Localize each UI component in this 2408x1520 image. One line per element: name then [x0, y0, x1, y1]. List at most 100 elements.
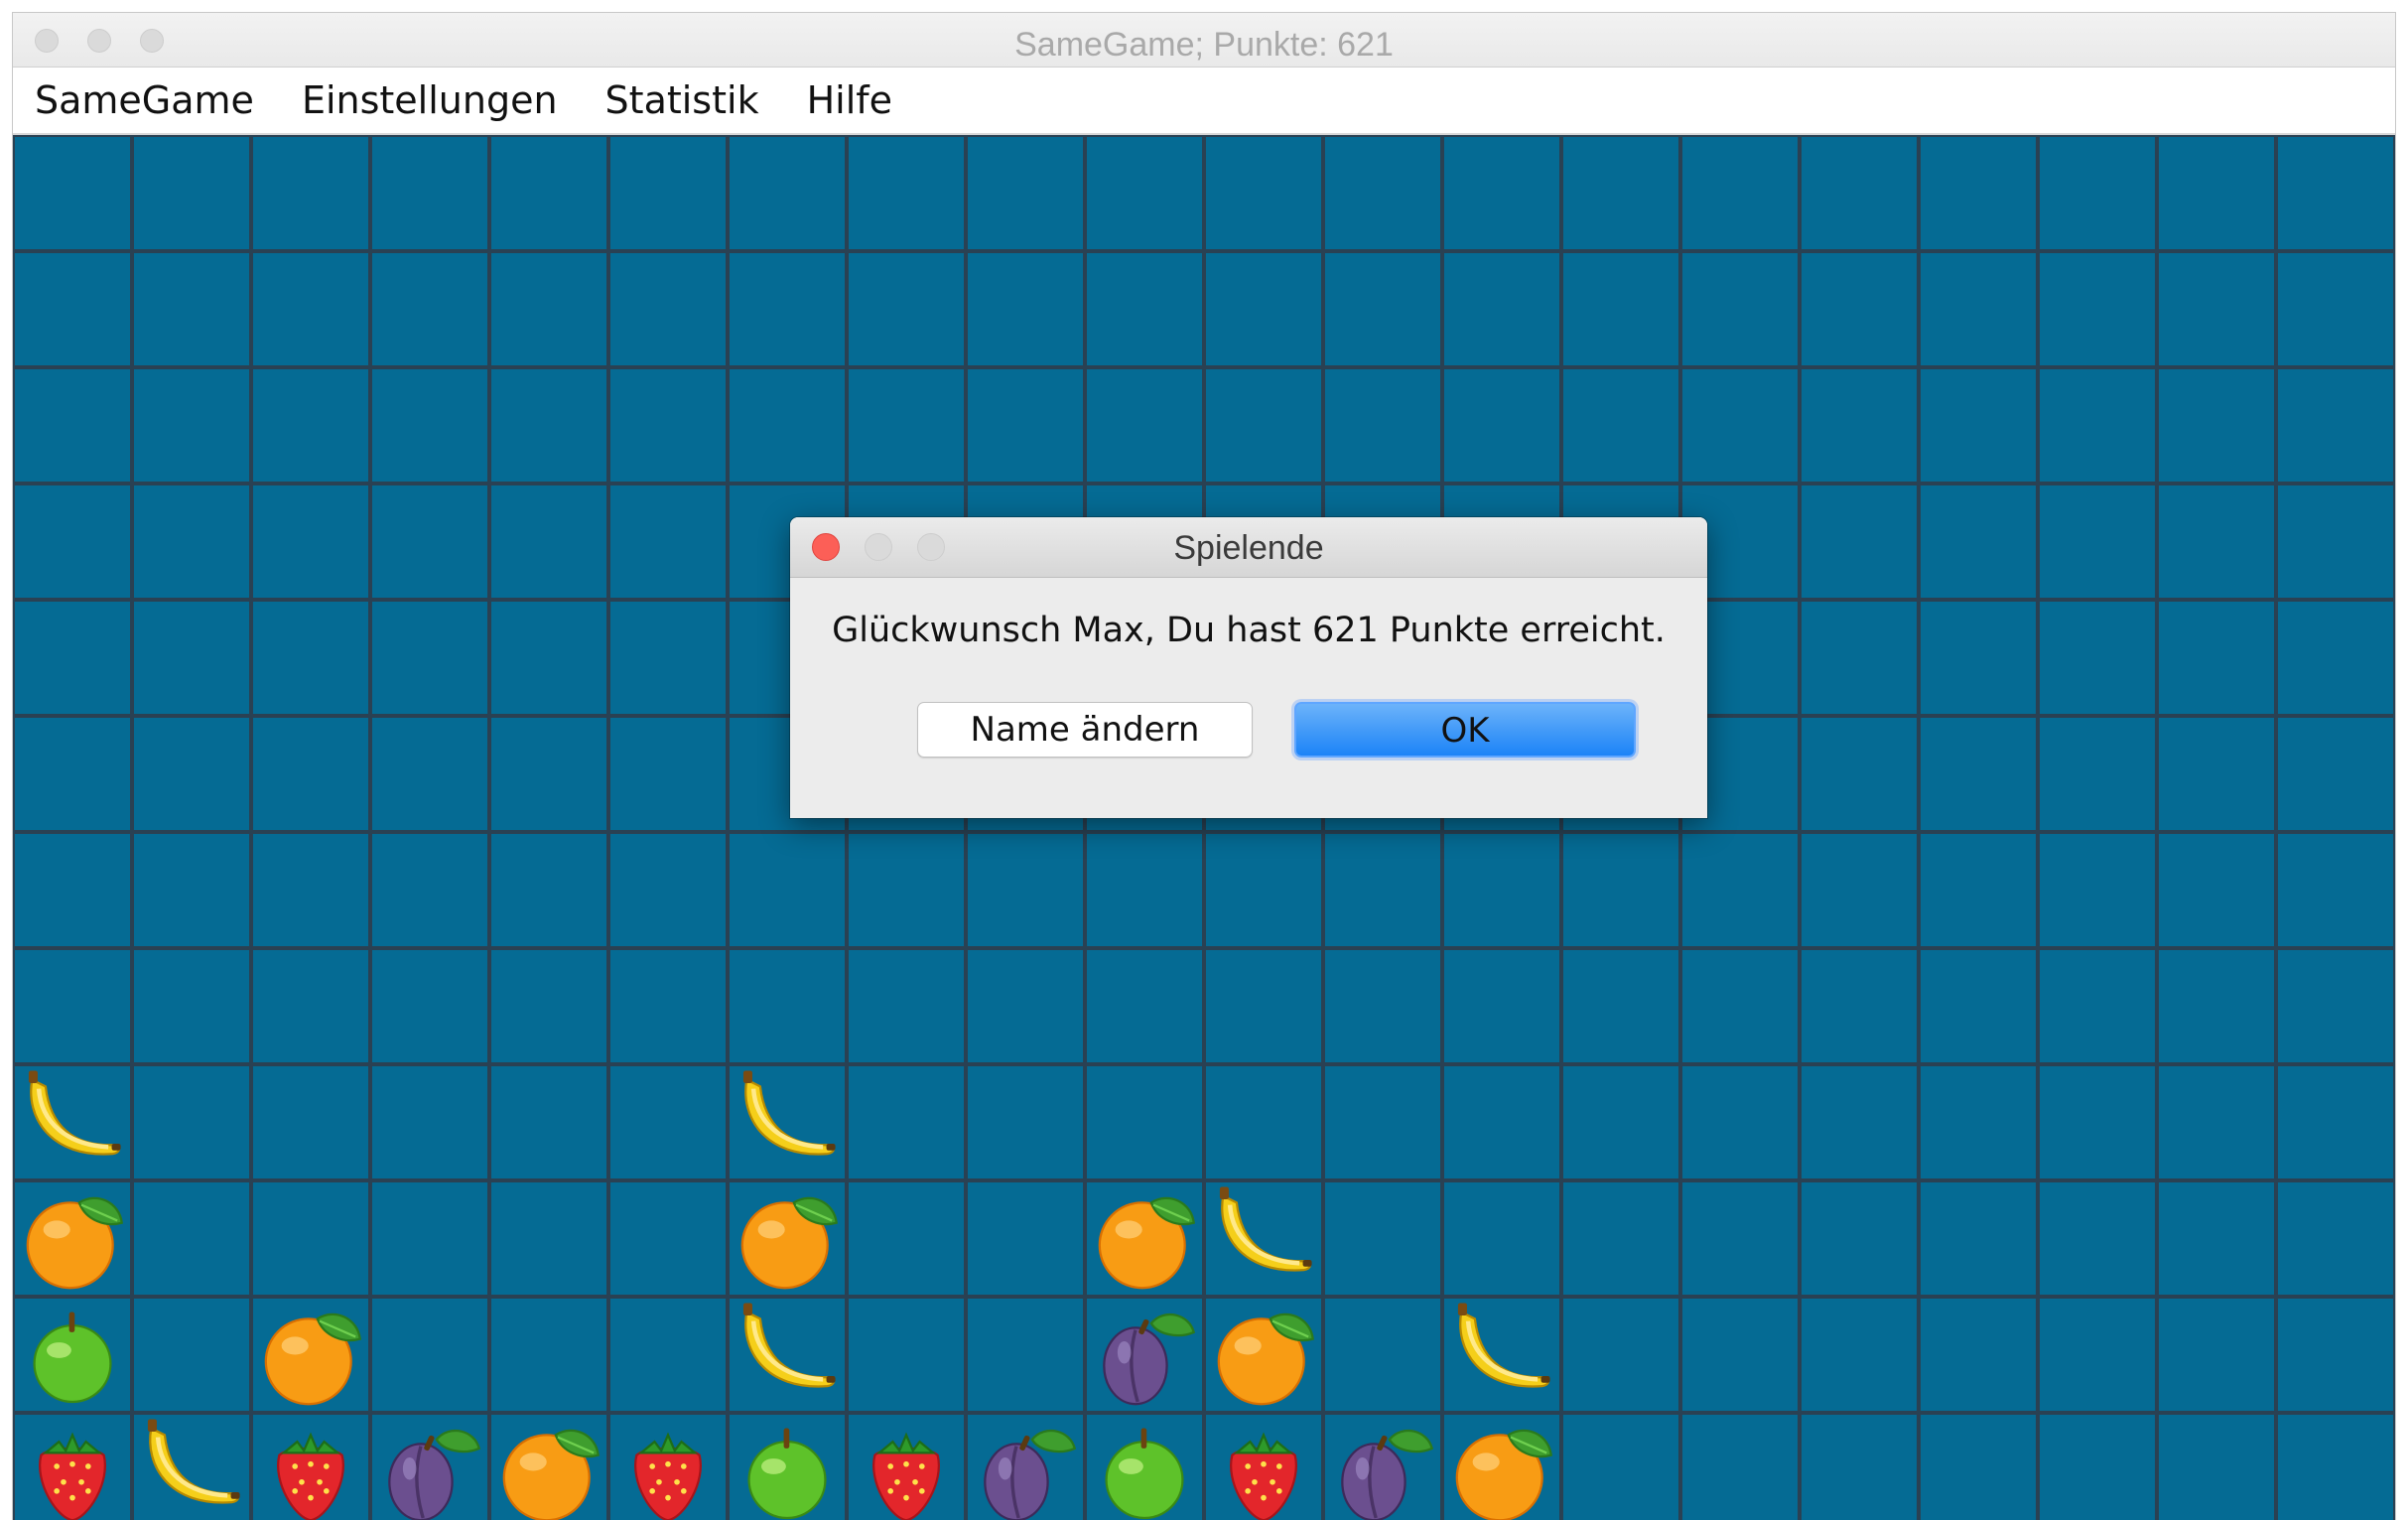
board-cell[interactable]	[372, 137, 487, 249]
board-cell[interactable]	[2040, 718, 2155, 830]
board-cell[interactable]	[849, 1066, 964, 1178]
board-cell[interactable]	[134, 1182, 249, 1295]
board-cell[interactable]	[253, 1066, 368, 1178]
board-cell[interactable]	[730, 950, 845, 1062]
board-cell[interactable]	[1206, 950, 1321, 1062]
board-cell[interactable]	[968, 1415, 1083, 1520]
board-cell[interactable]	[968, 1182, 1083, 1295]
board-cell[interactable]	[610, 834, 726, 946]
board-cell[interactable]	[1682, 1066, 1798, 1178]
board-cell[interactable]	[2278, 137, 2393, 249]
board-cell[interactable]	[1206, 1299, 1321, 1411]
board-cell[interactable]	[968, 1299, 1083, 1411]
board-cell[interactable]	[730, 369, 845, 482]
board-cell[interactable]	[968, 369, 1083, 482]
board-cell[interactable]	[15, 1066, 130, 1178]
board-cell[interactable]	[491, 369, 606, 482]
board-cell[interactable]	[1921, 834, 2036, 946]
board-cell[interactable]	[849, 369, 964, 482]
board-cell[interactable]	[1087, 1299, 1202, 1411]
board-cell[interactable]	[1802, 369, 1917, 482]
board-cell[interactable]	[1921, 950, 2036, 1062]
menu-hilfe[interactable]: Hilfe	[807, 78, 892, 122]
board-cell[interactable]	[15, 950, 130, 1062]
board-cell[interactable]	[1444, 1182, 1559, 1295]
board-cell[interactable]	[2278, 253, 2393, 365]
board-cell[interactable]	[2278, 834, 2393, 946]
board-cell[interactable]	[2040, 137, 2155, 249]
board-cell[interactable]	[491, 718, 606, 830]
board-cell[interactable]	[253, 834, 368, 946]
board-cell[interactable]	[1325, 834, 1440, 946]
board-cell[interactable]	[2278, 1415, 2393, 1520]
board-cell[interactable]	[1921, 1066, 2036, 1178]
board-cell[interactable]	[1563, 137, 1678, 249]
board-cell[interactable]	[1444, 1299, 1559, 1411]
board-cell[interactable]	[1563, 1415, 1678, 1520]
board-cell[interactable]	[491, 1415, 606, 1520]
board-cell[interactable]	[491, 137, 606, 249]
board-cell[interactable]	[610, 1415, 726, 1520]
board-cell[interactable]	[1802, 485, 1917, 598]
board-cell[interactable]	[134, 950, 249, 1062]
board-cell[interactable]	[2278, 1066, 2393, 1178]
board-cell[interactable]	[15, 485, 130, 598]
board-cell[interactable]	[2040, 602, 2155, 714]
board-cell[interactable]	[1087, 1415, 1202, 1520]
board-cell[interactable]	[1682, 137, 1798, 249]
board-cell[interactable]	[134, 137, 249, 249]
board-cell[interactable]	[849, 253, 964, 365]
board-cell[interactable]	[610, 485, 726, 598]
board-cell[interactable]	[1563, 1299, 1678, 1411]
board-cell[interactable]	[849, 137, 964, 249]
board-cell[interactable]	[1802, 1182, 1917, 1295]
board-cell[interactable]	[2159, 369, 2274, 482]
board-cell[interactable]	[610, 950, 726, 1062]
board-cell[interactable]	[1802, 137, 1917, 249]
board-cell[interactable]	[730, 1066, 845, 1178]
board-cell[interactable]	[2159, 602, 2274, 714]
board-cell[interactable]	[1325, 1182, 1440, 1295]
board-cell[interactable]	[1921, 369, 2036, 482]
board-cell[interactable]	[610, 253, 726, 365]
board-cell[interactable]	[1087, 950, 1202, 1062]
board-cell[interactable]	[2159, 1182, 2274, 1295]
board-cell[interactable]	[1206, 253, 1321, 365]
board-cell[interactable]	[610, 369, 726, 482]
board-cell[interactable]	[2040, 834, 2155, 946]
board-cell[interactable]	[1206, 1415, 1321, 1520]
board-cell[interactable]	[610, 1066, 726, 1178]
board-cell[interactable]	[372, 1415, 487, 1520]
board-cell[interactable]	[1802, 718, 1917, 830]
board-cell[interactable]	[491, 834, 606, 946]
board-cell[interactable]	[610, 137, 726, 249]
board-cell[interactable]	[849, 1415, 964, 1520]
board-cell[interactable]	[134, 1415, 249, 1520]
board-cell[interactable]	[968, 950, 1083, 1062]
board-cell[interactable]	[2278, 1299, 2393, 1411]
board-cell[interactable]	[2278, 1182, 2393, 1295]
board-cell[interactable]	[1682, 1299, 1798, 1411]
board-cell[interactable]	[1802, 1415, 1917, 1520]
board-cell[interactable]	[372, 369, 487, 482]
board-cell[interactable]	[1921, 253, 2036, 365]
board-cell[interactable]	[2159, 718, 2274, 830]
board-cell[interactable]	[253, 369, 368, 482]
board-cell[interactable]	[1921, 718, 2036, 830]
board-cell[interactable]	[2159, 137, 2274, 249]
board-cell[interactable]	[610, 718, 726, 830]
board-cell[interactable]	[1563, 950, 1678, 1062]
board-cell[interactable]	[253, 253, 368, 365]
board-cell[interactable]	[253, 950, 368, 1062]
board-cell[interactable]	[134, 602, 249, 714]
menu-statistik[interactable]: Statistik	[605, 78, 759, 122]
board-cell[interactable]	[849, 950, 964, 1062]
board-cell[interactable]	[15, 137, 130, 249]
board-cell[interactable]	[1921, 137, 2036, 249]
board-cell[interactable]	[1087, 253, 1202, 365]
board-cell[interactable]	[1087, 137, 1202, 249]
board-cell[interactable]	[1563, 369, 1678, 482]
board-cell[interactable]	[2278, 369, 2393, 482]
menu-einstellungen[interactable]: Einstellungen	[302, 78, 558, 122]
board-cell[interactable]	[253, 1299, 368, 1411]
